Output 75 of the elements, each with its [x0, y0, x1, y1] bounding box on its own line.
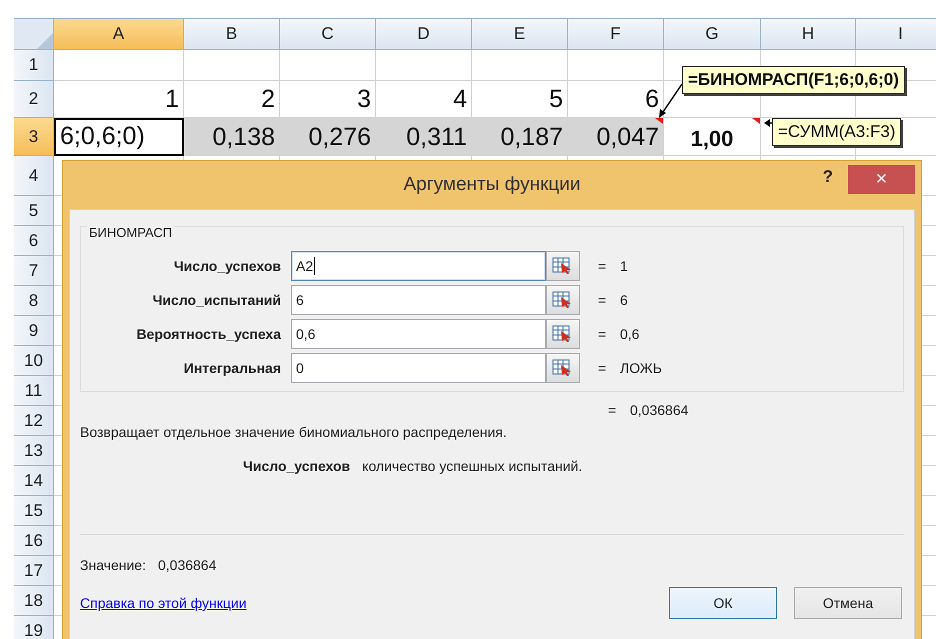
- value-text: 0,036864: [158, 557, 216, 573]
- row-header[interactable]: 14: [14, 466, 54, 496]
- formula-result: 0,036864: [630, 402, 688, 418]
- argument-description: количество успешных испытаний.: [362, 458, 582, 474]
- row-header[interactable]: 4: [14, 156, 54, 196]
- table-cell: 6;0,6;0): [54, 118, 184, 156]
- row-header[interactable]: 10: [14, 346, 54, 376]
- input-field[interactable]: 6: [291, 285, 546, 315]
- column-header[interactable]: F: [568, 19, 664, 50]
- row-header[interactable]: 12: [14, 406, 54, 436]
- comment-marker-icon: [655, 118, 663, 124]
- table-cell: 0,276: [280, 118, 376, 156]
- comment-marker-icon: [752, 118, 760, 124]
- row-header[interactable]: 15: [14, 496, 54, 526]
- row-header[interactable]: 9: [14, 316, 54, 346]
- table-cell: 0,138: [184, 118, 280, 156]
- row-header[interactable]: 18: [14, 586, 54, 616]
- column-header[interactable]: E: [472, 19, 568, 50]
- help-button[interactable]: ?: [822, 167, 833, 187]
- argument-label: Вероятность_успеха: [135, 326, 282, 342]
- row-header[interactable]: 5: [14, 196, 54, 226]
- equals-sign: =: [608, 402, 618, 418]
- row-header[interactable]: 2: [14, 81, 54, 118]
- argument-name: Число_успехов: [243, 458, 350, 474]
- equals-sign: =: [598, 326, 608, 342]
- function-description: Возвращает отдельное значение биномиального распределения.: [80, 424, 508, 440]
- row-header[interactable]: 6: [14, 226, 54, 256]
- row-header[interactable]: 8: [14, 286, 54, 316]
- column-header[interactable]: G: [664, 19, 761, 50]
- value-label: Значение:: [80, 557, 146, 573]
- row-header[interactable]: 19: [14, 616, 54, 639]
- row-header[interactable]: 1: [14, 50, 54, 81]
- argument-result: ЛОЖЬ: [620, 360, 662, 376]
- window-title: Аргументы функции: [403, 174, 581, 196]
- argument-result: 6: [620, 292, 628, 308]
- equals-sign: =: [598, 258, 608, 274]
- formula-callout: =СУММ(A3:F3): [772, 118, 902, 146]
- range-picker-button[interactable]: [546, 319, 580, 349]
- equals-sign: =: [598, 292, 608, 308]
- dialog-button[interactable]: Отмена: [794, 587, 902, 619]
- input-field[interactable]: A2: [291, 251, 546, 281]
- argument-label: Интегральная: [182, 360, 282, 376]
- row-header[interactable]: 7: [14, 256, 54, 286]
- range-picker-button[interactable]: [546, 285, 580, 315]
- column-header[interactable]: A: [54, 19, 184, 50]
- range-picker-button[interactable]: [546, 353, 580, 383]
- column-header[interactable]: H: [761, 19, 856, 50]
- row-header[interactable]: 11: [14, 376, 54, 406]
- row-header[interactable]: 17: [14, 556, 54, 586]
- range-picker-button[interactable]: [546, 251, 580, 281]
- column-header[interactable]: B: [184, 19, 280, 50]
- argument-result: 0,6: [620, 326, 640, 342]
- leader-line: [657, 83, 683, 119]
- input-field[interactable]: 0,6: [291, 319, 546, 349]
- row-header[interactable]: 3: [14, 118, 54, 156]
- table-cell: 0,187: [472, 118, 568, 156]
- table-cell: 0,311: [376, 118, 472, 156]
- input-field[interactable]: 0: [291, 353, 546, 383]
- row-header[interactable]: 16: [14, 526, 54, 556]
- help-link[interactable]: Справка по этой функции: [80, 595, 247, 611]
- group-title: БИНОМРАСП: [87, 225, 174, 240]
- column-header[interactable]: D: [376, 19, 472, 50]
- row-header[interactable]: 13: [14, 436, 54, 466]
- table-cell: 1: [54, 81, 184, 118]
- close-button[interactable]: ×: [848, 165, 915, 194]
- argument-label: Число_испытаний: [152, 292, 282, 308]
- argument-label: Число_успехов: [172, 258, 282, 274]
- column-header[interactable]: I: [856, 19, 936, 50]
- formula-callout: =БИНОМРАСП(F1;6;0,6;0): [682, 66, 905, 94]
- corner-triangle-icon: [37, 33, 53, 49]
- equals-sign: =: [598, 360, 608, 376]
- dialog-button[interactable]: ОК: [669, 587, 777, 619]
- table-cell: 0,047: [568, 118, 664, 156]
- argument-result: 1: [620, 258, 628, 274]
- column-header[interactable]: C: [280, 19, 376, 50]
